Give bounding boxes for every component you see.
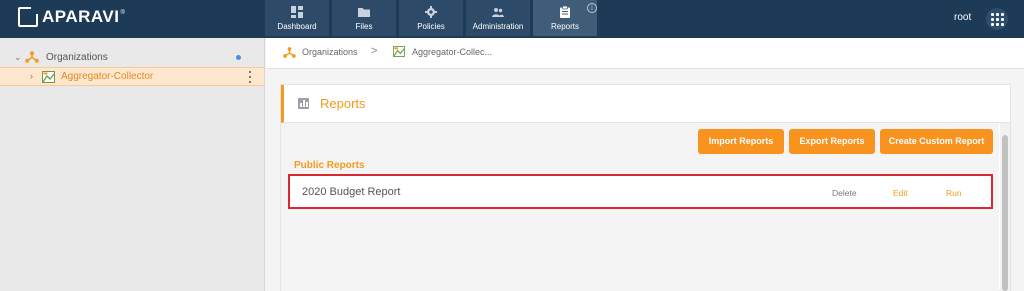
sidebar-tree: ⌄ Organizations › Aggregator-Collector [0,38,265,291]
organizations-icon [283,47,296,58]
tab-administration[interactable]: Administration [466,0,530,36]
tab-files[interactable]: Files [332,0,396,36]
tree-item-label: Aggregator-Collector [61,71,154,82]
tab-administration-label: Administration [472,22,524,31]
tree-item-organizations[interactable]: ⌄ Organizations [0,48,264,66]
logo-mark-icon [18,6,39,27]
clipboard-icon [560,6,570,18]
breadcrumb-organizations[interactable]: Organizations [302,47,358,57]
collector-icon [393,46,405,57]
tab-dashboard[interactable]: Dashboard [265,0,329,36]
top-bar: APARAVI ® Dashboard Files Policies Admin… [0,0,1024,38]
chevron-right-icon[interactable]: › [30,71,33,81]
aparavi-logo[interactable]: APARAVI ® [18,6,125,27]
import-reports-button[interactable]: Import Reports [698,129,784,154]
tab-dashboard-label: Dashboard [277,22,317,31]
more-options-icon[interactable] [248,71,252,83]
brand-name: APARAVI [42,7,120,26]
status-dot [236,55,241,60]
scrollbar[interactable] [1000,123,1010,291]
breadcrumb-separator-icon: > [371,45,378,57]
tab-policies[interactable]: Policies [399,0,463,36]
list-item[interactable]: 2020 Budget Report Delete Edit Run [288,174,993,209]
gear-icon [425,6,437,18]
export-reports-button[interactable]: Export Reports [789,129,875,154]
trademark-symbol: ® [120,10,125,16]
tree-item-label: Organizations [46,51,108,63]
section-heading: Public Reports [294,160,365,171]
folder-icon [358,8,370,17]
bar-chart-icon [298,98,309,109]
delete-button[interactable]: Delete [832,188,857,198]
panel-body: Import Reports Export Reports Create Cus… [281,123,999,291]
create-custom-report-button[interactable]: Create Custom Report [880,129,993,154]
tree-item-aggregator-collector[interactable]: › Aggregator-Collector [0,67,264,86]
edit-button[interactable]: Edit [893,188,908,198]
report-name[interactable]: 2020 Budget Report [302,186,400,198]
run-button[interactable]: Run [946,188,962,198]
page-title: Reports [320,96,366,111]
chevron-down-icon[interactable]: ⌄ [14,52,22,63]
tab-policies-label: Policies [417,22,445,31]
reports-panel: Reports Import Reports Export Reports Cr… [280,84,1011,291]
scrollbar-thumb[interactable] [1002,135,1008,291]
apps-grid-button[interactable] [986,8,1008,30]
main-content: Reports Import Reports Export Reports Cr… [266,69,1024,291]
tab-reports-label: Reports [550,22,579,31]
collector-icon [42,71,55,83]
dashboard-icon [291,6,303,18]
panel-header: Reports [281,85,1010,123]
users-icon [492,8,504,17]
info-icon[interactable]: i [587,3,597,13]
breadcrumb: Organizations > Aggregator-Collec... [266,38,1024,69]
main-nav: Dashboard Files Policies Administration [265,0,600,36]
breadcrumb-collector[interactable]: Aggregator-Collec... [412,47,492,57]
current-user[interactable]: root [954,12,971,23]
organizations-icon [25,51,39,63]
tab-files-label: Files [355,22,373,31]
